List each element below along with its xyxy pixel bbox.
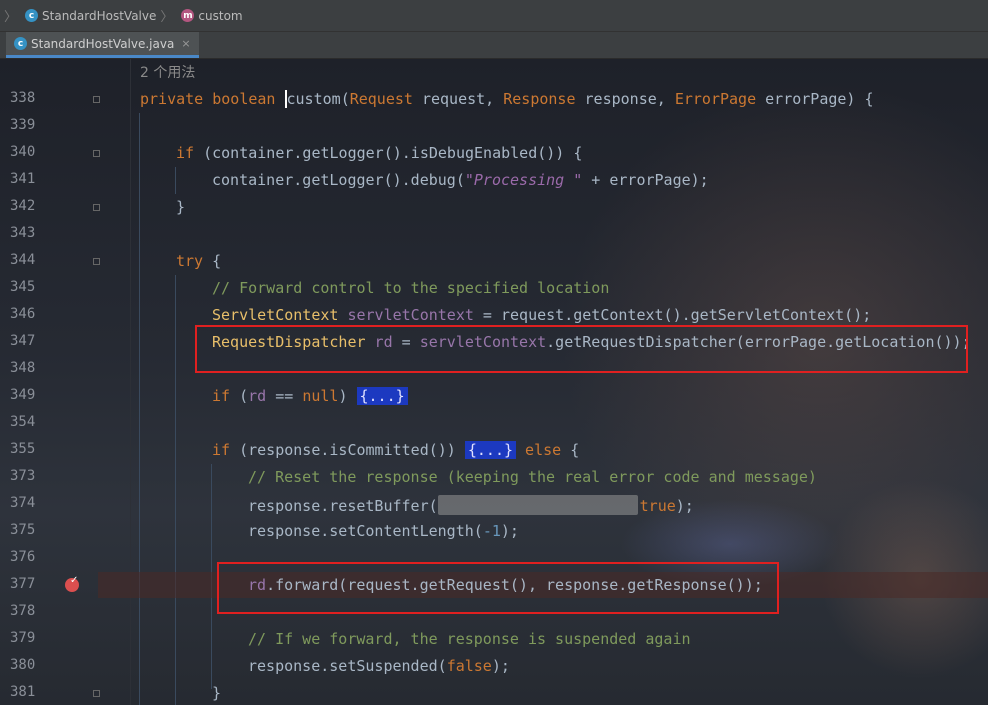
code-text: private boolean custom(Request request, … [140, 90, 874, 108]
fold-marker-icon[interactable] [93, 96, 100, 103]
code-line[interactable]: 381 } [0, 680, 988, 705]
line-number: 342 [10, 198, 36, 214]
code-line[interactable]: 340 if (container.getLogger().isDebugEna… [0, 140, 988, 167]
code-text: container.getLogger().debug("Processing … [212, 171, 709, 189]
line-number: 378 [10, 603, 36, 619]
line-number: 377 [10, 576, 36, 592]
line-number: 349 [10, 387, 36, 403]
chevron-right-icon: 〉 [4, 10, 18, 25]
code-line[interactable]: 342 } [0, 194, 988, 221]
breakpoint-check-icon: ✓ [70, 575, 79, 586]
code-line[interactable]: 373 // Reset the response (keeping the r… [0, 464, 988, 491]
annotation-box-dispatcher [195, 325, 968, 373]
code-text: } [176, 198, 186, 216]
code-line[interactable]: 339 [0, 113, 988, 140]
code-comment: // Forward control to the specified loca… [212, 279, 610, 297]
line-number: 381 [10, 684, 36, 700]
line-number: 344 [10, 252, 36, 268]
line-number: 346 [10, 306, 36, 322]
code-line[interactable]: 344 try { [0, 248, 988, 275]
line-number: 340 [10, 144, 36, 160]
blurred-parameter-hint [437, 495, 638, 515]
line-number: 375 [10, 522, 36, 538]
breadcrumb-class[interactable]: c StandardHostValve [25, 9, 156, 23]
code-line[interactable]: 341 container.getLogger().debug("Process… [0, 167, 988, 194]
code-comment: // If we forward, the response is suspen… [248, 630, 691, 648]
line-number: 376 [10, 549, 36, 565]
code-line[interactable]: 380 response.setSuspended(false); [0, 653, 988, 680]
breadcrumb-method[interactable]: m custom [181, 8, 243, 23]
code-comment: // Reset the response (keeping the real … [248, 468, 817, 486]
code-line[interactable]: 349 if (rd == null) {...} [0, 383, 988, 410]
tab-label: StandardHostValve.java [31, 36, 175, 51]
line-number: 338 [10, 90, 36, 106]
line-number: 345 [10, 279, 36, 295]
breadcrumb-class-label: StandardHostValve [42, 8, 157, 23]
line-number: 373 [10, 468, 36, 484]
line-number: 339 [10, 117, 36, 133]
code-line[interactable]: 374 response.resetBuffer(true); [0, 491, 988, 518]
line-number: 347 [10, 333, 36, 349]
class-icon: c [25, 9, 39, 22]
annotation-box-forward [217, 562, 779, 614]
code-text: } [212, 684, 222, 702]
code-text: if (container.getLogger().isDebugEnabled… [176, 144, 583, 162]
code-editor[interactable]: 2 个用法 338 private boolean custom(Request… [0, 59, 988, 705]
line-number: 380 [10, 657, 36, 673]
folded-block[interactable]: {...} [464, 441, 517, 459]
breadcrumb: 〉 c StandardHostValve 〉 m custom [0, 0, 988, 32]
editor-tab-bar: c StandardHostValve.java × [0, 32, 988, 59]
code-text: ServletContext servletContext = request.… [212, 306, 872, 324]
code-text: if (rd == null) {...} [212, 387, 408, 405]
tab-standardhostvalve[interactable]: c StandardHostValve.java × [6, 32, 199, 58]
usages-hint[interactable]: 2 个用法 [140, 62, 195, 82]
line-number: 348 [10, 360, 36, 376]
line-number: 354 [10, 414, 36, 430]
class-icon: c [14, 37, 27, 50]
fold-marker-icon[interactable] [93, 150, 100, 157]
code-text: response.setContentLength(-1); [248, 522, 519, 540]
code-text: if (response.isCommitted()) {...} else { [212, 441, 580, 459]
folded-block[interactable]: {...} [356, 387, 408, 405]
breadcrumb-method-label: custom [198, 8, 243, 23]
line-number: 355 [10, 441, 36, 457]
line-number: 374 [10, 495, 36, 511]
fold-marker-icon[interactable] [93, 258, 100, 265]
code-text: try { [176, 252, 222, 270]
code-text: response.resetBuffer(true); [248, 495, 694, 515]
code-line[interactable]: 355 if (response.isCommitted()) {...} el… [0, 437, 988, 464]
close-icon[interactable]: × [181, 37, 190, 50]
line-number: 343 [10, 225, 36, 241]
code-text: response.setSuspended(false); [248, 657, 510, 675]
fold-marker-icon[interactable] [93, 690, 100, 697]
fold-marker-icon[interactable] [93, 204, 100, 211]
line-number: 379 [10, 630, 36, 646]
chevron-right-icon: 〉 [160, 10, 174, 25]
code-line[interactable]: 375 response.setContentLength(-1); [0, 518, 988, 545]
line-number: 341 [10, 171, 36, 187]
method-icon: m [181, 9, 195, 22]
code-line[interactable]: 354 [0, 410, 988, 437]
code-line[interactable]: 345 // Forward control to the specified … [0, 275, 988, 302]
code-line[interactable]: 338 private boolean custom(Request reque… [0, 86, 988, 113]
code-line[interactable]: 343 [0, 221, 988, 248]
code-line[interactable]: 379 // If we forward, the response is su… [0, 626, 988, 653]
